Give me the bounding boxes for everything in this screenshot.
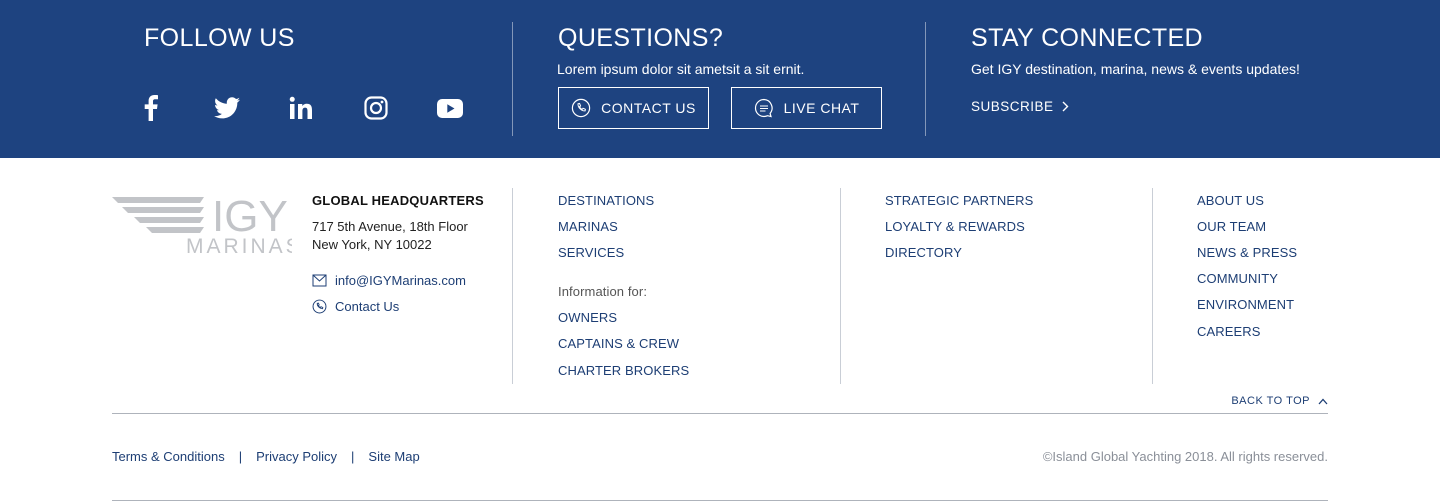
hq-address-line1: 717 5th Avenue, 18th Floor <box>312 219 468 234</box>
band-divider <box>925 22 926 136</box>
chevron-up-icon <box>1318 398 1328 404</box>
youtube-link[interactable] <box>429 92 471 124</box>
sitemap-link[interactable]: Site Map <box>368 449 419 464</box>
contact-us-label: CONTACT US <box>601 100 696 116</box>
phone-icon <box>312 299 327 314</box>
terms-link[interactable]: Terms & Conditions <box>112 449 225 464</box>
logo-sub: MARINAS <box>186 235 292 257</box>
instagram-icon <box>364 96 388 120</box>
separator: | <box>238 449 243 464</box>
chevron-right-icon <box>1062 101 1069 112</box>
contact-us-button[interactable]: CONTACT US <box>558 87 709 129</box>
linkedin-icon <box>289 96 312 119</box>
mail-icon <box>312 274 327 287</box>
nav-community[interactable]: COMMUNITY <box>1197 271 1278 286</box>
follow-us-heading: FOLLOW US <box>144 24 295 52</box>
contact-link[interactable]: Contact Us <box>312 299 399 314</box>
nav-directory[interactable]: DIRECTORY <box>885 245 962 260</box>
footer-divider <box>1152 188 1153 384</box>
footer-divider <box>512 188 513 384</box>
nav-charter-brokers[interactable]: CHARTER BROKERS <box>558 363 689 378</box>
email-label: info@IGYMarinas.com <box>335 273 466 288</box>
questions-text: Lorem ipsum dolor sit ametsit a sit erni… <box>557 61 805 77</box>
youtube-icon <box>437 98 463 118</box>
nav-our-team[interactable]: OUR TEAM <box>1197 219 1266 234</box>
live-chat-button[interactable]: LIVE CHAT <box>731 87 882 129</box>
stay-connected-heading: STAY CONNECTED <box>971 24 1204 52</box>
subscribe-label: SUBSCRIBE <box>971 99 1054 114</box>
back-to-top-link[interactable]: BACK TO TOP <box>1231 395 1328 407</box>
twitter-icon <box>214 97 240 119</box>
hq-address-line2: New York, NY 10022 <box>312 237 432 252</box>
linkedin-link[interactable] <box>280 92 322 124</box>
nav-captains-crew[interactable]: CAPTAINS & CREW <box>558 336 679 351</box>
legal-links: Terms & Conditions | Privacy Policy | Si… <box>112 449 420 464</box>
footer-rule <box>112 413 1328 414</box>
twitter-link[interactable] <box>206 92 248 124</box>
nav-strategic-partners[interactable]: STRATEGIC PARTNERS <box>885 193 1033 208</box>
social-contact-band: FOLLOW US QUESTIONS? Lorem ipsum dolor s… <box>0 0 1440 158</box>
nav-news-press[interactable]: NEWS & PRESS <box>1197 245 1297 260</box>
footer-divider <box>840 188 841 384</box>
nav-careers[interactable]: CAREERS <box>1197 324 1261 339</box>
bottom-rule <box>112 500 1328 501</box>
stay-connected-text: Get IGY destination, marina, news & even… <box>971 61 1300 77</box>
privacy-link[interactable]: Privacy Policy <box>256 449 337 464</box>
nav-owners[interactable]: OWNERS <box>558 310 617 325</box>
facebook-icon <box>144 95 158 121</box>
nav-services[interactable]: SERVICES <box>558 245 624 260</box>
instagram-link[interactable] <box>355 92 397 124</box>
subscribe-link[interactable]: SUBSCRIBE <box>971 99 1069 114</box>
nav-loyalty-rewards[interactable]: LOYALTY & REWARDS <box>885 219 1025 234</box>
nav-destinations[interactable]: DESTINATIONS <box>558 193 654 208</box>
phone-icon <box>571 98 591 118</box>
back-to-top-label: BACK TO TOP <box>1231 395 1310 407</box>
nav-about-us[interactable]: ABOUT US <box>1197 193 1264 208</box>
copyright-text: ©Island Global Yachting 2018. All rights… <box>1042 449 1328 464</box>
igy-marinas-logo[interactable]: IGY MARINAS <box>112 192 300 258</box>
band-divider <box>512 22 513 136</box>
facebook-link[interactable] <box>130 92 172 124</box>
separator: | <box>351 449 355 464</box>
nav-marinas[interactable]: MARINAS <box>558 219 618 234</box>
info-for-label: Information for: <box>558 284 648 299</box>
contact-label: Contact Us <box>335 299 400 314</box>
chat-icon <box>754 98 774 118</box>
nav-environment[interactable]: ENVIRONMENT <box>1197 297 1294 312</box>
social-links <box>130 92 480 126</box>
hq-title: GLOBAL HEADQUARTERS <box>312 193 484 208</box>
live-chat-label: LIVE CHAT <box>783 100 860 116</box>
questions-heading: QUESTIONS? <box>558 24 724 52</box>
email-link[interactable]: info@IGYMarinas.com <box>312 273 466 288</box>
